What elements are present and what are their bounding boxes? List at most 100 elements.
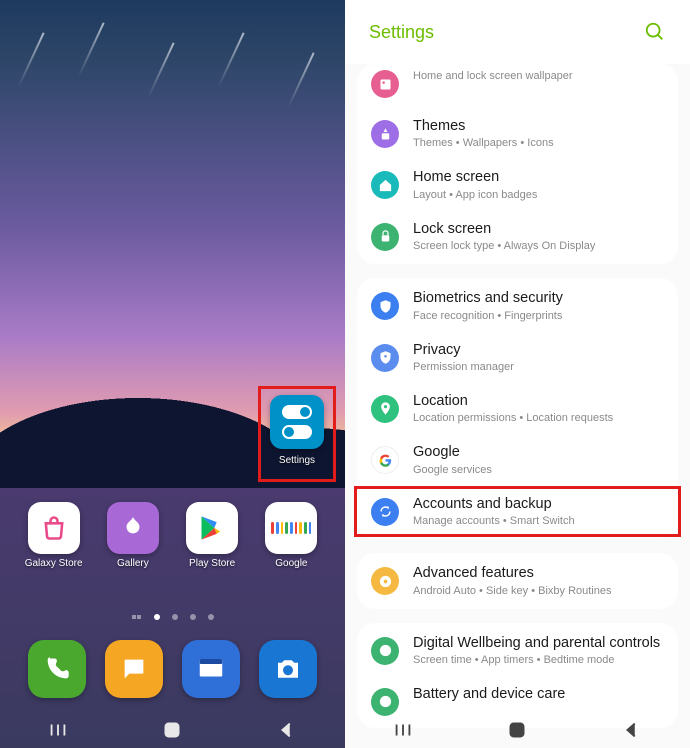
home-button[interactable] <box>507 720 527 740</box>
settings-item-subtitle: Home and lock screen wallpaper <box>413 70 573 82</box>
settings-item-text: Home screen Layout • App icon badges <box>413 169 537 200</box>
page-dot <box>172 614 178 620</box>
settings-item-text: Home and lock screen wallpaper <box>413 68 573 82</box>
settings-item-subtitle: Layout • App icon badges <box>413 189 537 201</box>
settings-item-text: Location Location permissions • Location … <box>413 393 613 424</box>
sync-icon <box>371 498 399 526</box>
home-page-dot <box>132 615 142 619</box>
meteor-decor <box>147 42 174 97</box>
page-dot <box>208 614 214 620</box>
settings-item-title-biometrics-and-security: Biometrics and security <box>413 290 563 307</box>
settings-item-subtitle: Android Auto • Side key • Bixby Routines <box>413 585 611 597</box>
settings-item-subtitle: Themes • Wallpapers • Icons <box>413 137 554 149</box>
back-button[interactable] <box>621 719 643 741</box>
page-dot <box>190 614 196 620</box>
phone-app[interactable] <box>28 640 86 698</box>
play-store-app[interactable]: Play Store <box>180 502 244 569</box>
toggle-icon <box>282 405 312 419</box>
settings-item-shield[interactable]: Biometrics and securityFace recognition … <box>357 280 678 331</box>
settings-item-themes[interactable]: Themes Themes • Wallpapers • Icons <box>357 108 678 159</box>
settings-item-text: Privacy Permission manager <box>413 342 514 373</box>
settings-item-wellbeing[interactable]: Digital Wellbeing and parental controlsS… <box>357 625 678 676</box>
shield-icon <box>371 292 399 320</box>
settings-item-sync[interactable]: Accounts and backup Manage accounts • Sma… <box>357 486 678 537</box>
settings-app-highlight: Settings <box>258 386 336 482</box>
settings-item-subtitle: Location permissions • Location requests <box>413 412 613 424</box>
privacy-icon <box>371 344 399 372</box>
home-button[interactable] <box>162 720 182 740</box>
advanced-icon <box>371 567 399 595</box>
settings-group: Home and lock screen wallpaperThemesThem… <box>357 64 678 264</box>
meteor-decor <box>287 52 314 107</box>
settings-group: Biometrics and securityFace recognition … <box>357 278 678 539</box>
settings-item-location[interactable]: Location Location permissions • Location … <box>357 383 678 434</box>
settings-item-title-privacy: Privacy <box>413 342 514 359</box>
nav-bar <box>345 712 690 748</box>
settings-item-title-battery-and-device-care: Battery and device care <box>413 686 565 703</box>
settings-item-text: Accounts and backup Manage accounts • Sma… <box>413 496 575 527</box>
settings-item-text: Themes Themes • Wallpapers • Icons <box>413 118 554 149</box>
settings-item-title-digital-wellbeing-and-parental-controls: Digital Wellbeing and parental controls <box>413 635 660 652</box>
settings-item-text: Digital Wellbeing and parental controlsS… <box>413 635 660 666</box>
settings-group: Advanced features Android Auto • Side key… <box>357 553 678 608</box>
gallery-icon <box>107 502 159 554</box>
wallpaper-icon <box>371 70 399 98</box>
nav-bar <box>0 712 345 748</box>
settings-item-lock[interactable]: Lock screenScreen lock type • Always On … <box>357 211 678 262</box>
settings-list[interactable]: Home and lock screen wallpaperThemesThem… <box>345 64 690 748</box>
google-folder-icon <box>265 502 317 554</box>
settings-item-title-location: Location <box>413 393 613 410</box>
settings-item-text: Lock screenScreen lock type • Always On … <box>413 221 595 252</box>
settings-item-subtitle: Manage accounts • Smart Switch <box>413 515 575 527</box>
gallery-app[interactable]: Gallery <box>101 502 165 569</box>
galaxy-store-app[interactable]: Galaxy Store <box>22 502 86 569</box>
settings-app-label: Settings <box>261 455 333 466</box>
app-row: Galaxy Store Gallery Play Store Google <box>0 502 345 569</box>
home-icon <box>371 171 399 199</box>
settings-item-google[interactable]: Google Google services <box>357 434 678 485</box>
play-store-label: Play Store <box>189 558 235 569</box>
page-dot-active <box>154 614 160 620</box>
settings-header: Settings <box>345 0 690 64</box>
home-screen: Settings Galaxy Store Gallery Play Store <box>0 0 345 748</box>
camera-app[interactable] <box>259 640 317 698</box>
settings-item-title-home-screen: Home screen <box>413 169 537 186</box>
settings-title: Settings <box>369 22 434 43</box>
settings-item-title-themes: Themes <box>413 118 554 135</box>
settings-item-wallpaper[interactable]: Home and lock screen wallpaper <box>357 66 678 108</box>
settings-item-advanced[interactable]: Advanced features Android Auto • Side key… <box>357 555 678 606</box>
lock-icon <box>371 223 399 251</box>
galaxy-store-icon <box>28 502 80 554</box>
settings-item-title-google: Google <box>413 444 492 461</box>
dock <box>0 640 345 698</box>
recents-button[interactable] <box>392 719 414 741</box>
google-icon <box>371 446 399 474</box>
settings-item-subtitle: Permission manager <box>413 361 514 373</box>
back-button[interactable] <box>276 719 298 741</box>
settings-item-subtitle: Google services <box>413 464 492 476</box>
location-icon <box>371 395 399 423</box>
meteor-decor <box>217 32 244 87</box>
settings-item-privacy[interactable]: Privacy Permission manager <box>357 332 678 383</box>
meteor-decor <box>17 32 44 87</box>
play-store-icon <box>186 502 238 554</box>
gallery-label: Gallery <box>117 558 149 569</box>
page-indicator[interactable] <box>0 614 345 620</box>
messages-app[interactable] <box>105 640 163 698</box>
settings-item-text: Google Google services <box>413 444 492 475</box>
settings-item-text: Biometrics and securityFace recognition … <box>413 290 563 321</box>
settings-app-icon[interactable] <box>270 395 324 449</box>
internet-app[interactable] <box>182 640 240 698</box>
search-icon[interactable] <box>644 21 666 43</box>
meteor-decor <box>77 22 104 77</box>
settings-item-home[interactable]: Home screen Layout • App icon badges <box>357 159 678 210</box>
toggle-icon <box>282 425 312 439</box>
settings-item-title-advanced-features: Advanced features <box>413 565 611 582</box>
settings-item-text: Battery and device care <box>413 686 565 703</box>
settings-item-text: Advanced features Android Auto • Side key… <box>413 565 611 596</box>
settings-item-title-accounts-and-backup: Accounts and backup <box>413 496 575 513</box>
recents-button[interactable] <box>47 719 69 741</box>
settings-screen: Settings Home and lock screen wallpaper T… <box>345 0 690 748</box>
google-folder[interactable]: Google <box>259 502 323 569</box>
settings-item-subtitle: Screen lock type • Always On Display <box>413 240 595 252</box>
